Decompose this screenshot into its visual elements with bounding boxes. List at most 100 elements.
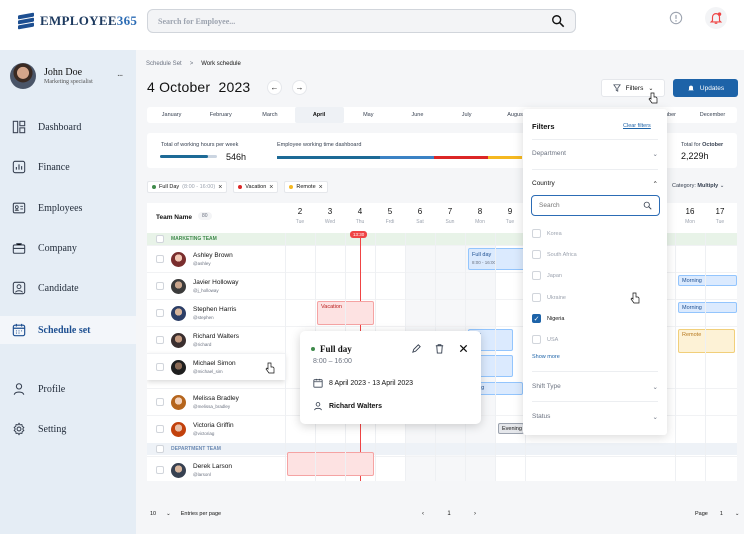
row-checkbox[interactable]	[156, 309, 164, 317]
checkbox[interactable]	[532, 229, 541, 238]
month-tab[interactable]: December	[688, 107, 737, 123]
event-vacation-2[interactable]	[287, 452, 374, 476]
current-page[interactable]: 1	[443, 508, 455, 520]
info-icon[interactable]	[665, 7, 687, 29]
search-icon[interactable]	[551, 14, 565, 28]
month-tab[interactable]: March	[245, 107, 294, 123]
status-dropdown[interactable]: Status ⌄	[532, 413, 658, 421]
search-input[interactable]	[158, 16, 551, 26]
row-checkbox[interactable]	[156, 363, 164, 371]
country-option-selected[interactable]: ✓ Nigeria	[532, 314, 564, 323]
row-checkbox[interactable]	[156, 255, 164, 263]
team-checkbox[interactable]	[156, 445, 164, 453]
trash-icon[interactable]	[434, 343, 445, 354]
event-full-day[interactable]: Full day 8:00 - 16:00	[468, 248, 525, 270]
user-profile[interactable]: John Doe Marketing specialist	[10, 63, 93, 89]
checkbox[interactable]	[532, 293, 541, 302]
checkbox[interactable]	[532, 335, 541, 344]
day-column-header[interactable]: 5 Frdi	[375, 207, 405, 225]
month-tab[interactable]: May	[344, 107, 393, 123]
country-option[interactable]: Korea	[532, 229, 562, 238]
sidebar-item-employees[interactable]: Employees	[0, 194, 136, 222]
chip-remote[interactable]: Remote ×	[284, 181, 328, 193]
entries-per-page[interactable]: 10 ⌄ Entries per page	[150, 511, 221, 517]
row-checkbox[interactable]	[156, 466, 164, 474]
next-page-button[interactable]: ›	[469, 508, 481, 520]
working-time-segment	[433, 156, 488, 159]
sidebar-item-profile[interactable]: Profile	[0, 375, 136, 403]
month-tab[interactable]: January	[147, 107, 196, 123]
day-column-header[interactable]: 3 Wed	[315, 207, 345, 225]
checkbox[interactable]	[532, 271, 541, 280]
event-evening[interactable]: Evening	[498, 423, 524, 434]
logo-text: EMPLOYEE365	[40, 13, 138, 28]
row-checkbox[interactable]	[156, 398, 164, 406]
day-column-header[interactable]: 4 Thu	[345, 207, 375, 225]
chevron-down-icon[interactable]: ⌄	[735, 511, 740, 517]
sidebar-item-dashboard[interactable]: Dashboard	[0, 113, 136, 141]
app-logo[interactable]: EMPLOYEE365	[18, 12, 138, 30]
country-dropdown[interactable]: Country ⌃	[532, 180, 658, 188]
row-checkbox[interactable]	[156, 425, 164, 433]
sidebar-item-schedule-set[interactable]: Schedule set	[0, 316, 136, 344]
event-morning-2[interactable]: Morning	[678, 302, 737, 313]
month-tab[interactable]: July	[442, 107, 491, 123]
breadcrumb-parent[interactable]: Schedule Set	[146, 61, 182, 67]
close-icon[interactable]: ×	[218, 184, 222, 191]
row-checkbox[interactable]	[156, 336, 164, 344]
notification-bell-icon[interactable]	[705, 7, 727, 29]
hand-cursor-icon	[648, 92, 658, 104]
user-menu-icon[interactable]: ...	[117, 68, 123, 79]
prev-page-button[interactable]: ‹	[417, 508, 429, 520]
event-remote[interactable]: Remote	[678, 329, 735, 353]
search-icon[interactable]	[643, 201, 652, 210]
chip-vacation[interactable]: Vacation ×	[233, 181, 279, 193]
sidebar-item-label: Finance	[38, 161, 70, 173]
day-column-header[interactable]: 17 Tue	[705, 207, 735, 225]
country-option[interactable]: Japan	[532, 271, 562, 280]
close-icon[interactable]: ×	[269, 184, 273, 191]
next-date-button[interactable]: →	[292, 80, 307, 95]
close-icon[interactable]: ×	[319, 184, 323, 191]
day-column-header[interactable]: 7 Sun	[435, 207, 465, 225]
sidebar-item-company[interactable]: Company	[0, 234, 136, 262]
sidebar-item-label: Candidate	[38, 282, 79, 294]
sidebar-item-setting[interactable]: Setting	[0, 415, 136, 443]
clear-filters-link[interactable]: Clear filters	[623, 123, 651, 129]
month-tab[interactable]: June	[393, 107, 442, 123]
day-column-header[interactable]: 16 Mon	[675, 207, 705, 225]
day-column-header[interactable]: 9 Tue	[495, 207, 525, 225]
sidebar-item-candidate[interactable]: Candidate	[0, 274, 136, 302]
month-tab[interactable]: February	[196, 107, 245, 123]
user-name: John Doe	[44, 67, 83, 78]
edit-icon[interactable]	[411, 343, 422, 354]
show-more-link[interactable]: Show more	[532, 354, 560, 360]
chip-full-day[interactable]: Full Day (8:00 - 16:00) ×	[147, 181, 228, 193]
shift-type-dropdown[interactable]: Shift Type ⌄	[532, 383, 658, 391]
department-dropdown[interactable]: Department ⌄	[532, 150, 658, 158]
updates-label: Updates	[699, 84, 725, 92]
category-select[interactable]: Category: Multiply ⌄	[672, 183, 724, 189]
day-column-header[interactable]: 2 Tue	[285, 207, 315, 225]
team-checkbox[interactable]	[156, 235, 164, 243]
popup-time: 8:00 – 16:00	[313, 358, 352, 365]
updates-button[interactable]: Updates	[673, 79, 738, 97]
country-option[interactable]: South Africa	[532, 250, 577, 259]
country-option[interactable]: Ukraine	[532, 293, 566, 302]
month-tab[interactable]: April	[294, 107, 344, 123]
country-option[interactable]: USA	[532, 335, 558, 344]
event-morning[interactable]: Morning	[678, 275, 737, 286]
prev-date-button[interactable]: ←	[267, 80, 282, 95]
country-search-input[interactable]	[539, 202, 643, 209]
day-column-header[interactable]: 8 Mon	[465, 207, 495, 225]
total-label: Total for October	[681, 142, 724, 148]
gear-icon	[13, 422, 25, 436]
table-row[interactable]: Derek Larson @larsonl	[147, 456, 737, 481]
day-column-header[interactable]: 6 Sat	[405, 207, 435, 225]
check-icon[interactable]: ✓	[532, 314, 541, 323]
checkbox[interactable]	[532, 250, 541, 259]
chevron-up-icon: ⌃	[652, 181, 658, 188]
sidebar-item-finance[interactable]: Finance	[0, 153, 136, 181]
close-icon[interactable]	[458, 343, 469, 354]
row-checkbox[interactable]	[156, 282, 164, 290]
